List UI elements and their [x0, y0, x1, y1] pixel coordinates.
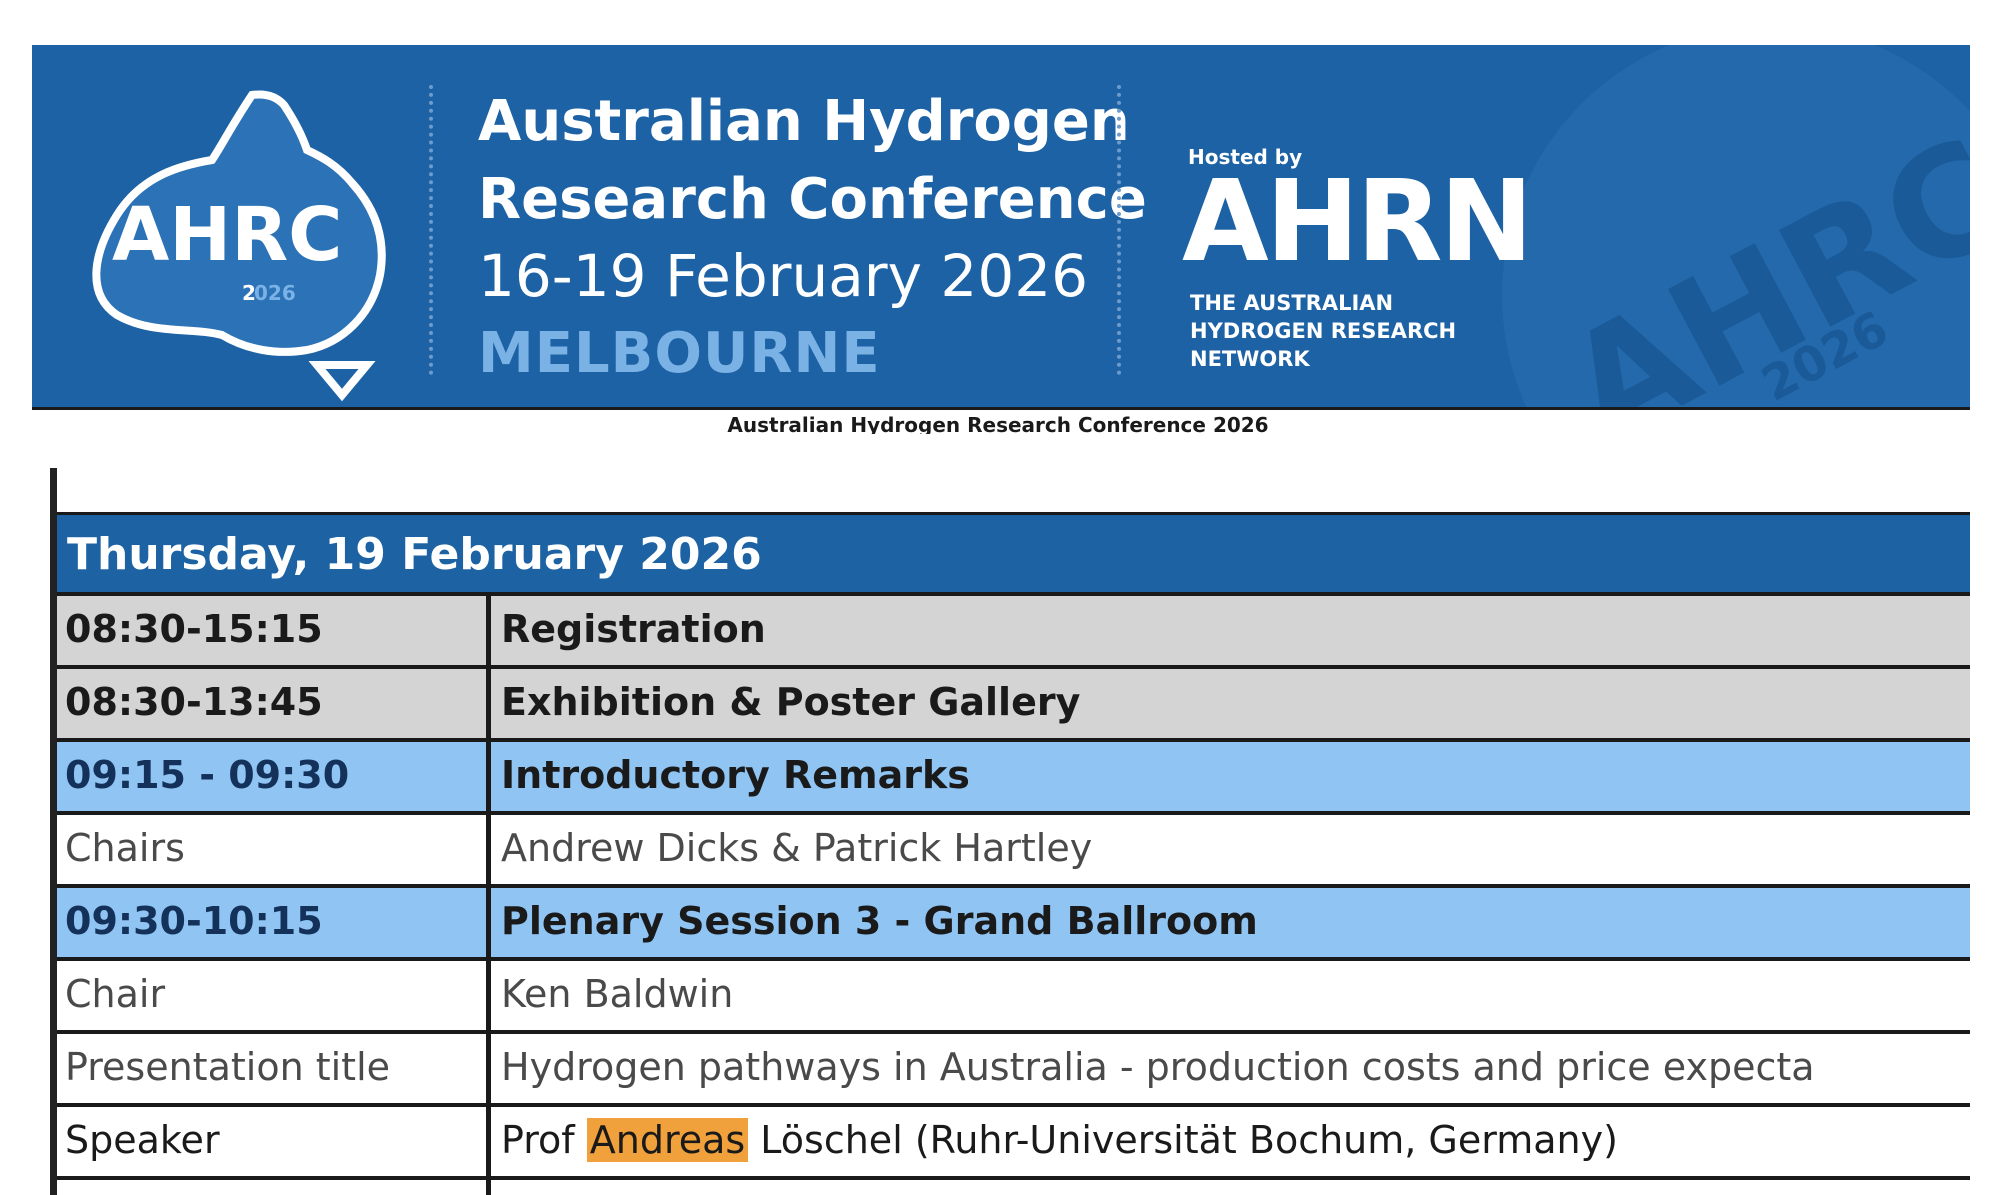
- schedule-table: Thursday, 19 February 2026 08:30-15:15 R…: [57, 512, 1970, 1195]
- banner-divider: [1117, 85, 1121, 375]
- conference-city: MELBOURNE: [478, 321, 881, 386]
- row-title: Plenary Session 3 - Grand Ballroom: [501, 899, 1258, 943]
- row-label: Chair: [57, 961, 491, 1030]
- host-subtitle: THE AUSTRALIAN HYDROGEN RESEARCH NETWORK: [1190, 289, 1456, 373]
- row-label: Chairs: [57, 815, 491, 884]
- table-row-partial: [57, 1176, 1970, 1195]
- conference-dates: 16-19 February 2026: [478, 242, 1089, 310]
- row-label: Presentation title: [57, 1034, 491, 1103]
- table-row: 08:30-13:45 Exhibition & Poster Gallery: [57, 665, 1970, 738]
- host-subtitle-line1: THE AUSTRALIAN: [1190, 291, 1394, 315]
- row-value: Hydrogen pathways in Australia - product…: [501, 1045, 1815, 1089]
- page: AHRC 2026 AHRC 2 026 Australian Hydrogen…: [0, 0, 2000, 1195]
- table-row: Chairs Andrew Dicks & Patrick Hartley: [57, 811, 1970, 884]
- logo-year-b: 026: [254, 281, 296, 305]
- row-title: Exhibition & Poster Gallery: [501, 680, 1081, 724]
- australia-map-icon: AHRC 2 026: [92, 90, 386, 402]
- conference-title-line1: Australian Hydrogen: [478, 89, 1130, 154]
- table-row: 08:30-15:15 Registration: [57, 592, 1970, 665]
- search-highlight: Andreas: [586, 1118, 749, 1162]
- table-row: 09:30-10:15 Plenary Session 3 - Grand Ba…: [57, 884, 1970, 957]
- table-row: Presentation title Hydrogen pathways in …: [57, 1030, 1970, 1103]
- row-time: 08:30-15:15: [57, 596, 491, 665]
- row-time: 09:15 - 09:30: [57, 742, 491, 811]
- row-title: Registration: [501, 607, 766, 651]
- ahrc-logo: AHRC 2 026: [72, 65, 432, 407]
- speaker-name-rest: Löschel (Ruhr-Universität Bochum, German…: [748, 1118, 1618, 1162]
- conference-title: Australian Hydrogen Research Conference: [478, 83, 1147, 239]
- banner-watermark: AHRC 2026: [1502, 45, 1970, 407]
- row-value: [491, 1180, 1970, 1195]
- row-value: Prof Andreas Löschel (Ruhr-Universität B…: [491, 1107, 1970, 1176]
- speaker-title: Prof: [501, 1118, 587, 1162]
- row-label: [57, 1180, 491, 1195]
- banner-divider: [429, 85, 433, 375]
- day-header: Thursday, 19 February 2026: [57, 512, 1970, 592]
- table-left-border: [50, 468, 57, 1195]
- host-subtitle-line2: HYDROGEN RESEARCH: [1190, 319, 1457, 343]
- document-caption-text: Australian Hydrogen Research Conference …: [727, 413, 1269, 434]
- table-row: Chair Ken Baldwin: [57, 957, 1970, 1030]
- host-logo-ahrn: AHRN: [1182, 157, 1533, 287]
- row-time: 09:30-10:15: [57, 888, 491, 957]
- conference-title-line2: Research Conference: [478, 167, 1147, 232]
- row-value: Ken Baldwin: [501, 972, 734, 1016]
- document-caption: Australian Hydrogen Research Conference …: [0, 412, 2000, 434]
- table-row: 09:15 - 09:30 Introductory Remarks: [57, 738, 1970, 811]
- logo-text: AHRC: [112, 192, 343, 278]
- table-row: Speaker Prof Andreas Löschel (Ruhr-Unive…: [57, 1103, 1970, 1176]
- row-title: Introductory Remarks: [501, 753, 970, 797]
- row-label: Speaker: [57, 1107, 491, 1176]
- row-value: Andrew Dicks & Patrick Hartley: [501, 826, 1093, 870]
- host-subtitle-line3: NETWORK: [1190, 347, 1310, 371]
- row-time: 08:30-13:45: [57, 669, 491, 738]
- conference-banner: AHRC 2026 AHRC 2 026 Australian Hydrogen…: [32, 45, 1970, 410]
